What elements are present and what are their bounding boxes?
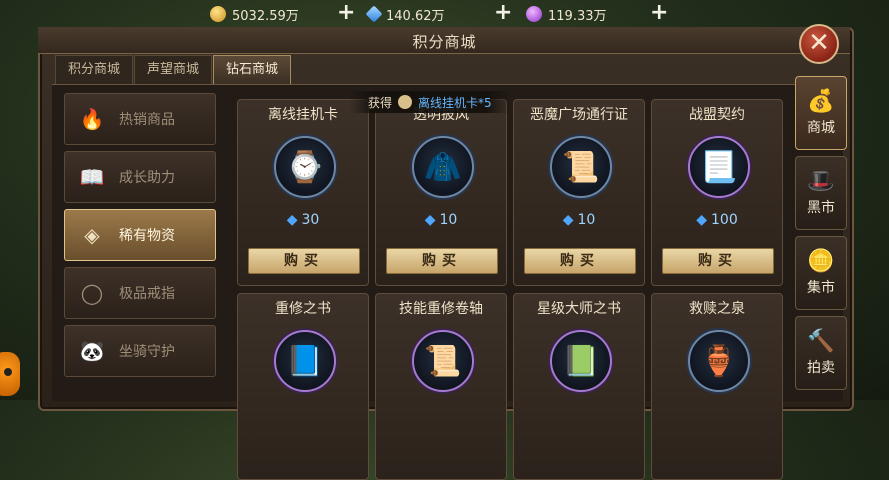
category-label: 成长助力	[119, 170, 175, 186]
tab-points-shop[interactable]: 积分商城	[55, 55, 134, 84]
gold-amount: 5032.59万	[232, 8, 299, 24]
category-mount-guardian[interactable]: 🐼 坐骑守护	[64, 325, 216, 377]
item-grid: 离线挂机卡 ⌚ ◆ 30 购买 透明披风 🧥 ◆ 10 购买 恶魔广场通行证 📜 ◆…	[237, 99, 783, 480]
item-name: 恶魔广场通行证	[530, 107, 628, 123]
gold-currency: 5032.59万	[210, 5, 299, 24]
blue-diamond-icon: ◆	[696, 212, 708, 228]
buy-button[interactable]: 购买	[662, 248, 774, 274]
item-price: ◆ 10	[514, 212, 644, 228]
item-price: ◆ 30	[238, 212, 368, 228]
category-hot-items[interactable]: 🔥 热销商品	[64, 93, 216, 145]
item-name: 星级大师之书	[537, 301, 621, 317]
spellbook-icon: 📘	[274, 330, 336, 392]
gem-currency: 119.33万	[526, 5, 607, 24]
side-nav-market[interactable]: 🪙 集市	[795, 236, 847, 310]
side-nav: 💰 商城 🎩 黑市 🪙 集市 🔨 拍卖	[795, 76, 847, 396]
tooltip-prefix: 获得	[368, 95, 393, 110]
price-value: 10	[439, 212, 458, 228]
category-growth-boost[interactable]: 📖 成长助力	[64, 151, 216, 203]
item-name: 重修之书	[275, 301, 331, 317]
crystal-icon: ◈	[84, 223, 100, 247]
gem-amount: 119.33万	[548, 8, 607, 24]
category-list: 🔥 热销商品 📖 成长助力 ◈ 稀有物资 ◯ 极品戒指 🐼 坐骑守护	[60, 93, 220, 383]
gavel-icon: 🔨	[807, 329, 835, 354]
buy-button[interactable]: 购买	[248, 248, 360, 274]
item-card[interactable]: 战盟契约 📃 ◆ 100 购买	[651, 99, 783, 286]
currency-bar: 5032.59万 + 140.62万 + 119.33万 +	[0, 0, 889, 28]
item-price: ◆ 100	[652, 212, 782, 228]
side-nav-auction[interactable]: 🔨 拍卖	[795, 316, 847, 390]
item-name: 救赎之泉	[689, 301, 745, 317]
item-card[interactable]: 离线挂机卡 ⌚ ◆ 30 购买	[237, 99, 369, 286]
ring-icon: ◯	[80, 281, 104, 305]
blue-diamond-icon: ◆	[286, 212, 298, 228]
merchant-icon: 🎩	[807, 169, 835, 194]
item-card[interactable]: 恶魔广场通行证 📜 ◆ 10 购买	[513, 99, 645, 286]
skill-scroll-icon: 📜	[412, 330, 474, 392]
price-value: 10	[577, 212, 596, 228]
side-nav-black-market[interactable]: 🎩 黑市	[795, 156, 847, 230]
buy-button[interactable]: 购买	[386, 248, 498, 274]
category-label: 极品戒指	[119, 286, 175, 302]
tab-reputation-shop[interactable]: 声望商城	[134, 55, 213, 84]
item-card[interactable]: 救赎之泉 🏺	[651, 293, 783, 480]
category-label: 坐骑守护	[119, 344, 175, 360]
pocket-watch-icon	[398, 95, 413, 109]
category-label: 稀有物资	[119, 228, 175, 244]
side-nav-label: 集市	[807, 280, 835, 296]
diamond-amount: 140.62万	[386, 8, 445, 24]
diamond-currency: 140.62万	[365, 5, 445, 24]
side-nav-label: 拍卖	[807, 360, 835, 376]
category-rare-supplies[interactable]: ◈ 稀有物资	[64, 209, 216, 261]
item-name: 离线挂机卡	[268, 107, 338, 123]
coin-stack-icon: 🪙	[807, 249, 835, 274]
side-nav-label: 商城	[807, 120, 835, 136]
shop-tabs: 积分商城 声望商城 钻石商城	[55, 55, 292, 84]
side-nav-label: 黑市	[807, 200, 835, 216]
item-card[interactable]: 透明披风 🧥 ◆ 10 购买	[375, 99, 507, 286]
purple-gem-icon	[526, 6, 542, 22]
price-value: 100	[711, 212, 738, 228]
star-book-icon: 📗	[550, 330, 612, 392]
cloak-icon: 🧥	[412, 136, 474, 198]
book-icon: 📖	[79, 165, 105, 189]
item-card[interactable]: 星级大师之书 📗	[513, 293, 645, 480]
add-gem-button[interactable]: +	[650, 2, 668, 24]
tooltip-item: 离线挂机卡*5	[418, 95, 492, 110]
item-name: 战盟契约	[689, 107, 745, 123]
close-button[interactable]: ✕	[799, 24, 839, 64]
category-label: 热销商品	[119, 112, 175, 128]
mount-icon: 🐼	[79, 339, 105, 363]
pocket-watch-icon: ⌚	[274, 136, 336, 198]
reward-tooltip: 获得 离线挂机卡*5	[350, 91, 510, 113]
scroll-icon: 📜	[550, 136, 612, 198]
item-price: ◆ 10	[376, 212, 506, 228]
blue-diamond-icon: ◆	[562, 212, 574, 228]
money-bag-icon: 💰	[807, 89, 835, 114]
price-value: 30	[301, 212, 320, 228]
item-name: 技能重修卷轴	[399, 301, 483, 317]
blue-diamond-icon	[365, 5, 383, 23]
fountain-bowl-icon: 🏺	[688, 330, 750, 392]
item-card[interactable]: 重修之书 📘	[237, 293, 369, 480]
item-card[interactable]: 技能重修卷轴 📜	[375, 293, 507, 480]
buy-button[interactable]: 购买	[524, 248, 636, 274]
add-gold-button[interactable]: +	[337, 2, 355, 24]
flame-icon: 🔥	[79, 107, 105, 131]
tab-diamond-shop[interactable]: 钻石商城	[213, 55, 292, 84]
category-premium-rings[interactable]: ◯ 极品戒指	[64, 267, 216, 319]
contract-icon: 📃	[688, 136, 750, 198]
gold-coin-icon	[210, 6, 226, 22]
window-title: 积分商城	[412, 33, 477, 51]
add-diamond-button[interactable]: +	[494, 2, 512, 24]
side-nav-shop[interactable]: 💰 商城	[795, 76, 847, 150]
blue-diamond-icon: ◆	[424, 212, 436, 228]
pet-avatar[interactable]	[0, 352, 20, 396]
